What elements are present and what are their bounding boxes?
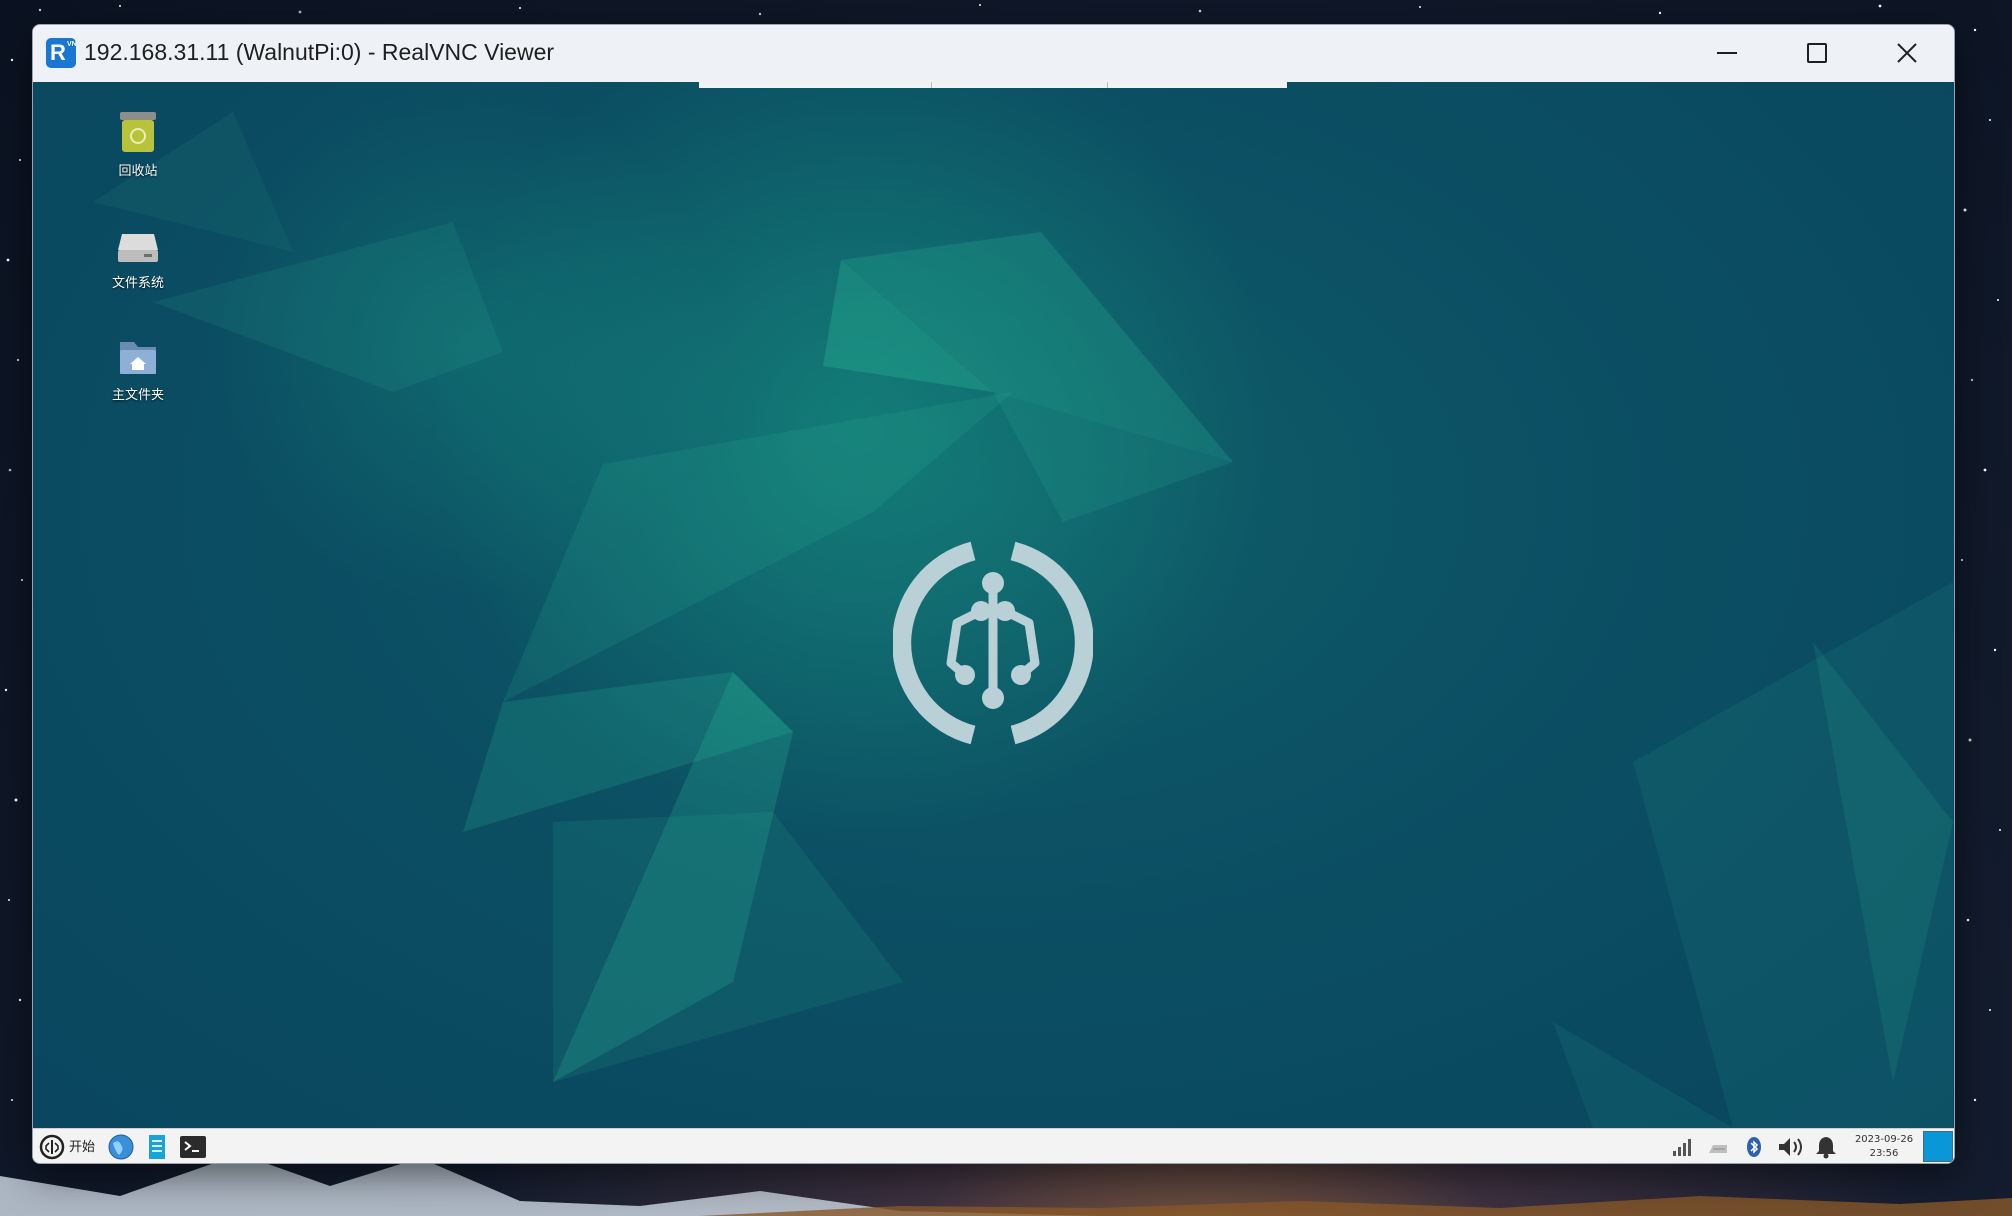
terminal-launcher[interactable] [179, 1133, 207, 1161]
desktop-icon-label: 主文件夹 [111, 388, 164, 403]
close-button[interactable] [1863, 25, 1953, 82]
minimize-icon [1717, 52, 1737, 54]
desktop-icon-label: 回收站 [118, 164, 158, 179]
title-bar[interactable]: R VNC 192.168.31.11 (WalnutPi:0) - RealV… [33, 25, 1954, 82]
file-manager-launcher[interactable] [143, 1133, 171, 1161]
app-icon-letter: R [50, 40, 66, 65]
desktop-icon-trash[interactable]: 回收站 [93, 108, 183, 179]
file-manager-icon [149, 1135, 165, 1159]
notification-bell-icon [1816, 1137, 1836, 1159]
bluetooth-icon [1747, 1137, 1761, 1157]
desktop-icon-home-folder[interactable]: 主文件夹 [93, 332, 183, 403]
desktop-icon-filesystem[interactable]: 文件系统 [93, 220, 183, 291]
minimize-button[interactable] [1683, 25, 1773, 82]
network-indicator[interactable] [1669, 1135, 1695, 1159]
bluetooth-indicator[interactable] [1741, 1135, 1767, 1159]
clock-time: 23:56 [1869, 1148, 1899, 1159]
maximize-icon [1807, 43, 1827, 63]
drive-icon [114, 220, 162, 268]
browser-launcher[interactable] [107, 1133, 135, 1161]
volume-icon [1779, 1138, 1802, 1156]
start-menu-button[interactable] [37, 1133, 67, 1161]
trash-icon [114, 108, 162, 156]
close-icon [1897, 43, 1917, 63]
app-icon-sub: VNC [67, 41, 76, 48]
walnutpi-logo-icon [893, 541, 1093, 745]
network-signal-icon [1673, 1139, 1691, 1156]
start-label: 开始 [69, 1140, 96, 1155]
notifications-button[interactable] [1813, 1135, 1839, 1159]
keyboard-icon [1709, 1145, 1727, 1153]
keyboard-indicator[interactable] [1705, 1135, 1731, 1159]
desktop-icon-label: 文件系统 [111, 276, 164, 291]
show-desktop-button[interactable] [1923, 1131, 1953, 1162]
realvnc-app-icon: R VNC [46, 38, 76, 68]
clock-date: 2023-09-26 [1854, 1134, 1914, 1145]
remote-top-panel-stub [699, 82, 1287, 88]
taskbar: 开始 2023-09-26 23:56 [33, 1128, 1954, 1163]
vnc-viewer-window: R VNC 192.168.31.11 (WalnutPi:0) - RealV… [32, 24, 1955, 1164]
window-title: 192.168.31.11 (WalnutPi:0) - RealVNC Vie… [84, 39, 555, 65]
terminal-icon [180, 1136, 206, 1158]
browser-icon [108, 1134, 134, 1160]
start-logo-icon [39, 1134, 65, 1160]
remote-desktop[interactable]: 回收站 文件系统 主文件夹 [33, 82, 1954, 1128]
home-folder-icon [114, 332, 162, 380]
maximize-button[interactable] [1773, 25, 1863, 82]
volume-control[interactable] [1777, 1135, 1803, 1159]
clock[interactable]: 2023-09-26 23:56 [1849, 1133, 1919, 1161]
